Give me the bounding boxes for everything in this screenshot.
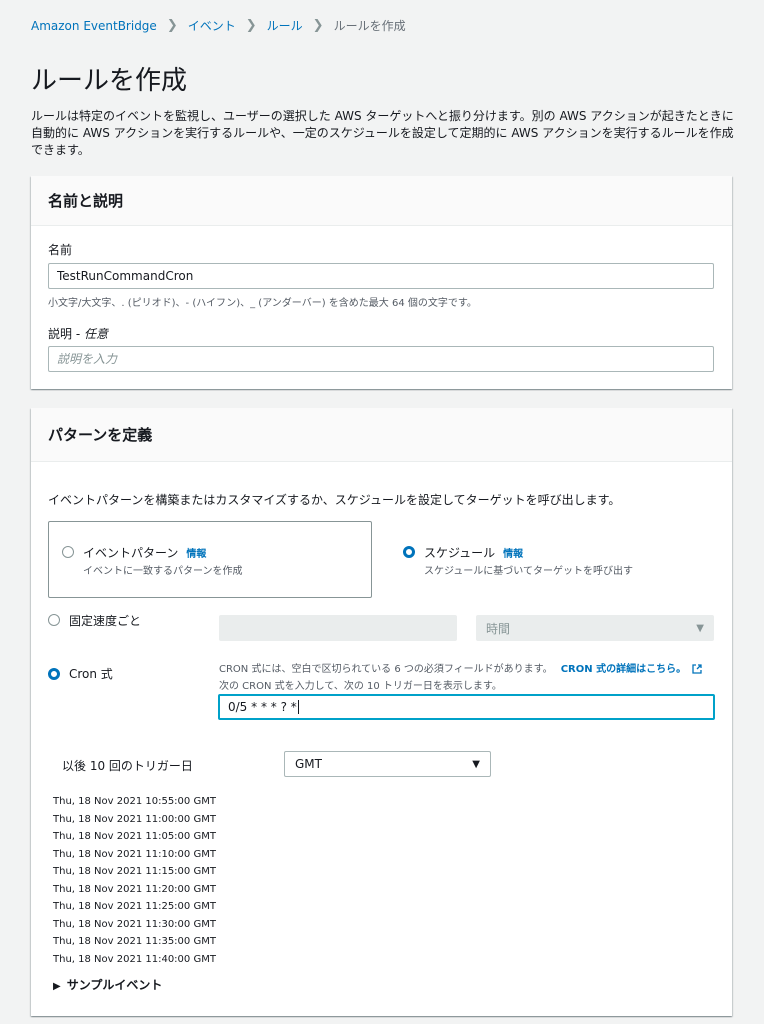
description-input[interactable] <box>48 346 714 372</box>
trigger-date: Thu, 18 Nov 2021 11:00:00 GMT <box>53 813 216 825</box>
name-hint: 小文字/大文字、. (ピリオド)、- (ハイフン)、_ (アンダーバー) を含め… <box>48 298 477 309</box>
description-label: 説明 - 任意 <box>48 325 108 342</box>
trigger-date: Thu, 18 Nov 2021 11:30:00 GMT <box>53 918 216 930</box>
fixed-rate-unit-select[interactable]: 時間 ▼ <box>476 615 714 641</box>
timezone-select[interactable]: GMT ▼ <box>284 751 491 777</box>
text-cursor <box>297 700 299 714</box>
page-title: ルールを作成 <box>31 66 188 96</box>
optional-label: 任意 <box>83 327 108 341</box>
trigger-date: Thu, 18 Nov 2021 11:35:00 GMT <box>53 936 216 947</box>
schedule-sub: スケジュールに基づいてターゲットを呼び出す <box>424 566 633 577</box>
trigger-date: Thu, 18 Nov 2021 11:10:00 GMT <box>53 848 216 860</box>
next-triggers-label: 以後 10 回のトリガー日 <box>62 759 193 773</box>
define-pattern-panel: パターンを定義 イベントパターンを構築またはカスタマイズするか、スケジュールを設… <box>31 408 732 1016</box>
trigger-date-list: Thu, 18 Nov 2021 10:55:00 GMT Thu, 18 No… <box>53 793 216 968</box>
caret-down-icon: ▼ <box>696 622 704 634</box>
external-link-icon[interactable] <box>692 664 702 674</box>
panel-title: パターンを定義 <box>48 426 153 444</box>
breadcrumb-events[interactable]: イベント <box>188 17 236 34</box>
schedule-title: スケジュール 情報 <box>424 544 523 561</box>
breadcrumb: Amazon EventBridge ❯ イベント ❯ ルール ❯ ルールを作成 <box>31 17 406 34</box>
breadcrumb-chevron-icon: ❯ <box>245 18 257 33</box>
fixed-rate-value-input[interactable] <box>219 615 457 641</box>
breadcrumb-chevron-icon: ❯ <box>166 18 178 33</box>
breadcrumb-chevron-icon: ❯ <box>312 18 324 33</box>
schedule-radio[interactable] <box>403 546 415 558</box>
event-pattern-label: イベントパターン <box>83 546 179 560</box>
fixed-rate-label: 固定速度ごと <box>69 614 142 628</box>
trigger-date: Thu, 18 Nov 2021 10:55:00 GMT <box>53 796 216 807</box>
sample-event-toggle[interactable]: ▶ サンプルイベント <box>53 976 162 993</box>
sample-event-label: サンプルイベント <box>66 978 163 992</box>
trigger-date: Thu, 18 Nov 2021 11:25:00 GMT <box>53 901 216 912</box>
trigger-date: Thu, 18 Nov 2021 11:05:00 GMT <box>53 831 216 842</box>
page-description: ルールは特定のイベントを監視し、ユーザーの選択した AWS ターゲットへと振り分… <box>31 109 734 157</box>
timezone-value: GMT <box>295 757 322 771</box>
caret-down-icon: ▼ <box>472 758 480 770</box>
panel-header: パターンを定義 <box>31 408 732 462</box>
cron-expression-value: 0/5 * * * ? * <box>228 700 297 714</box>
event-pattern-info-link[interactable]: 情報 <box>186 549 206 560</box>
trigger-date: Thu, 18 Nov 2021 11:40:00 GMT <box>53 953 216 965</box>
caret-right-icon: ▶ <box>53 981 61 992</box>
trigger-date: Thu, 18 Nov 2021 11:20:00 GMT <box>53 883 216 895</box>
breadcrumb-eventbridge[interactable]: Amazon EventBridge <box>31 19 157 33</box>
cron-label: Cron 式 <box>69 667 113 681</box>
description-label-text: 説明 - <box>48 327 84 341</box>
cron-docs-link[interactable]: CRON 式の詳細はこちら。 <box>561 664 686 675</box>
schedule-label: スケジュール <box>424 546 496 560</box>
name-input[interactable] <box>48 263 714 289</box>
name-description-panel: 名前と説明 名前 小文字/大文字、. (ピリオド)、- (ハイフン)、_ (アン… <box>31 176 732 389</box>
panel-title: 名前と説明 <box>48 192 124 210</box>
breadcrumb-current: ルールを作成 <box>333 19 406 33</box>
event-pattern-radio[interactable] <box>62 546 74 558</box>
event-pattern-title: イベントパターン 情報 <box>83 544 206 561</box>
cron-help-line2: 次の CRON 式を入力して、次の 10 トリガー日を表示します。 <box>219 681 502 692</box>
cron-radio[interactable] <box>48 668 60 680</box>
event-pattern-sub: イベントに一致するパターンを作成 <box>83 566 243 577</box>
trigger-date: Thu, 18 Nov 2021 11:15:00 GMT <box>53 866 216 877</box>
fixed-rate-radio[interactable] <box>48 614 60 626</box>
name-label: 名前 <box>48 243 73 257</box>
panel-header: 名前と説明 <box>31 176 732 226</box>
cron-help: CRON 式には、空白で区切られている 6 つの必須フィールドがあります。 CRO… <box>219 660 702 675</box>
cron-expression-input[interactable]: 0/5 * * * ? * <box>218 694 715 720</box>
schedule-info-link[interactable]: 情報 <box>503 549 523 560</box>
fixed-rate-unit-value: 時間 <box>486 621 511 636</box>
pattern-intro: イベントパターンを構築またはカスタマイズするか、スケジュールを設定してターゲット… <box>48 493 621 507</box>
breadcrumb-rules[interactable]: ルール <box>267 17 303 34</box>
cron-help-text: CRON 式には、空白で区切られている 6 つの必須フィールドがあります。 <box>219 664 553 675</box>
